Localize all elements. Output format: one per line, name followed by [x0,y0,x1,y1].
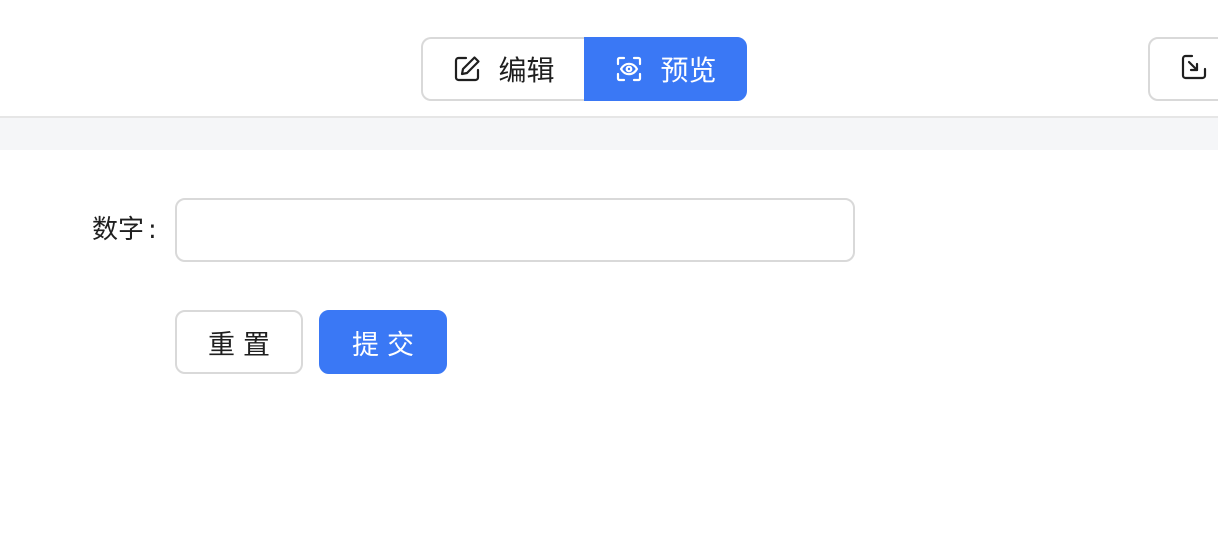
submit-button[interactable]: 提交 [319,310,447,374]
edit-icon [452,54,482,84]
number-field-label: 数字: [92,210,157,250]
page: 编辑 预览 数字: 重置 提交 [0,0,1218,556]
export-icon [1180,53,1208,85]
number-input[interactable] [175,198,855,262]
eye-scan-icon [614,54,644,84]
preview-mode-button[interactable]: 预览 [584,37,747,101]
edit-mode-label: 编辑 [498,54,555,87]
export-button[interactable] [1148,37,1218,101]
number-field-label-colon: : [148,215,157,245]
edit-mode-button[interactable]: 编辑 [421,37,584,101]
mode-toggle: 编辑 预览 [421,37,747,101]
reset-button[interactable]: 重置 [175,310,303,374]
header-toolbar: 编辑 预览 [0,0,1218,118]
content-divider-band [0,118,1218,150]
number-field-label-text: 数字 [92,215,145,245]
preview-mode-label: 预览 [660,54,717,87]
